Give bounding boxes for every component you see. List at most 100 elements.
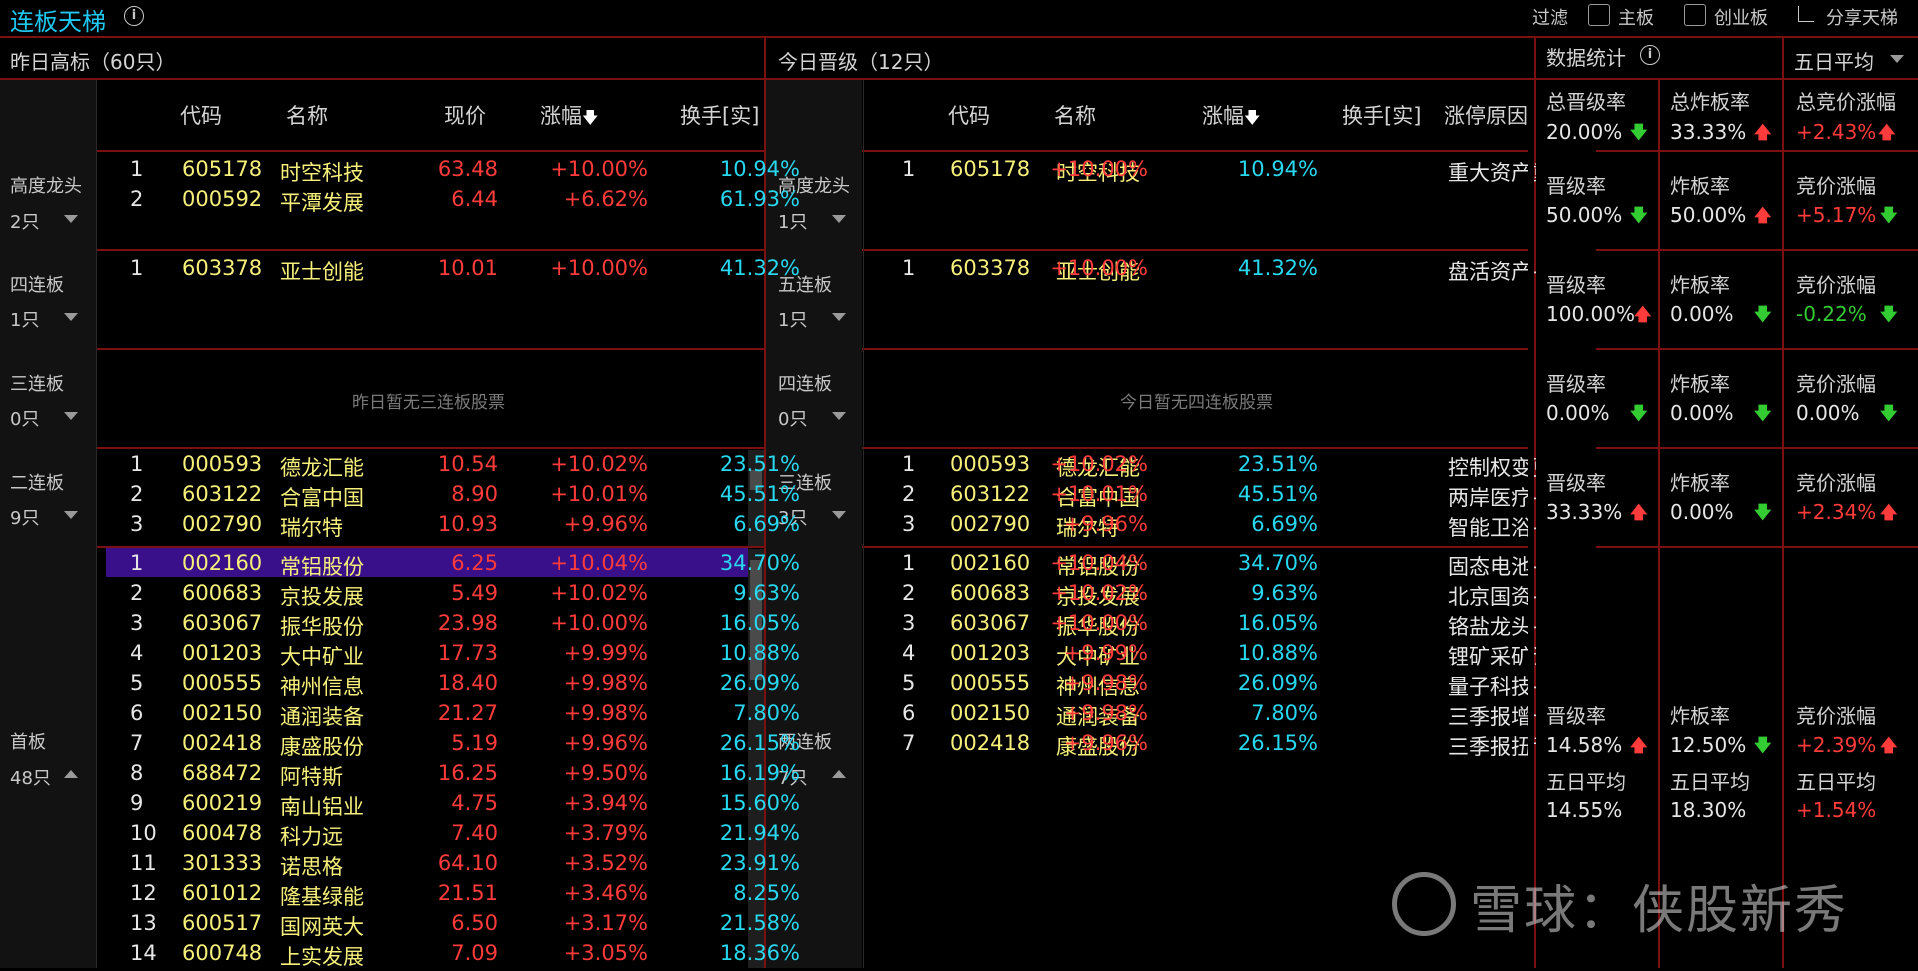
main-board-checkbox[interactable]	[1588, 4, 1610, 26]
table-row[interactable]: 2 600683 京投发展 +10.02% 9.63% 北京国资+	[868, 581, 1550, 611]
left-cell-price: 18.40	[437, 671, 498, 695]
table-row[interactable]: 6 002150 通润装备 21.27 +9.98% 7.80%	[100, 701, 800, 731]
table-row[interactable]: 7 002418 康盛股份 +9.96% 26.15% 三季报扭亏	[868, 731, 1553, 761]
table-row[interactable]: 5 000555 神州信息 +9.98% 26.09% 量子科技+	[868, 671, 1550, 701]
mid-cell-turnover: 23.51%	[1237, 452, 1318, 476]
left-group-count: 48只	[10, 768, 51, 789]
table-row[interactable]: 7 002418 康盛股份 5.19 +9.96% 26.15%	[100, 731, 800, 761]
stat-value: 0.00%	[1546, 401, 1610, 425]
chinext-label[interactable]: 创业板	[1714, 4, 1768, 30]
chevron-down-icon[interactable]	[832, 511, 846, 519]
period-select[interactable]: 五日平均	[1794, 46, 1874, 75]
left-cell-idx: 1	[130, 551, 144, 575]
stats-info-icon[interactable]: i	[1640, 45, 1660, 65]
table-row[interactable]: 1 002160 常铝股份 6.25 +10.04% 34.70%	[100, 551, 800, 581]
mid-cell-change: +10.02%	[1050, 581, 1148, 605]
table-row[interactable]: 12 601012 隆基绿能 21.51 +3.46% 8.25%	[100, 881, 800, 911]
mid-cell-code: 002418	[950, 731, 1031, 755]
table-row[interactable]: 3 603067 振华股份 23.98 +10.00% 16.05%	[100, 611, 800, 641]
left-cell-idx: 5	[130, 671, 144, 695]
table-row[interactable]: 9 600219 南山铝业 4.75 +3.94% 15.60%	[100, 791, 800, 821]
left-cell-turnover: 10.88%	[719, 641, 800, 665]
mid-cell-code: 605178	[950, 157, 1031, 181]
table-row[interactable]: 14 600748 上实发展 7.09 +3.05% 18.36%	[100, 941, 800, 971]
stats-title: 数据统计	[1546, 46, 1626, 70]
chevron-down-icon[interactable]	[832, 215, 846, 223]
table-row[interactable]: 1 603378 亚士创能 +10.00% 41.32% 盘活资产+	[868, 256, 1550, 286]
chinext-checkbox[interactable]	[1684, 4, 1706, 26]
left-cell-name: 隆基绿能	[280, 885, 364, 909]
table-row[interactable]: 1 000593 德龙汇能 +10.02% 23.51% 控制权变更	[868, 452, 1553, 482]
left-cell-price: 17.73	[437, 641, 498, 665]
chevron-down-icon[interactable]	[64, 215, 78, 223]
left-cell-code: 600478	[182, 821, 263, 845]
left-cell-code: 688472	[182, 761, 263, 785]
table-row[interactable]: 1 000593 德龙汇能 10.54 +10.02% 23.51%	[100, 452, 800, 482]
chevron-down-icon[interactable]	[64, 313, 78, 321]
chevron-down-icon[interactable]	[64, 511, 78, 519]
left-cell-code: 000555	[182, 671, 263, 695]
table-row[interactable]: 4 001203 大中矿业 17.73 +9.99% 10.88%	[100, 641, 800, 671]
mid-header-turnover[interactable]: 换手[实]	[1342, 100, 1421, 130]
table-row[interactable]: 2 000592 平潭发展 6.44 +6.62% 61.93%	[100, 187, 800, 217]
mid-cell-turnover: 7.80%	[1251, 701, 1318, 725]
arrow-down-icon: 🡇	[1880, 305, 1898, 325]
mid-header-code[interactable]: 代码	[948, 100, 990, 130]
left-cell-change: +10.00%	[550, 256, 648, 280]
table-row[interactable]: 4 001203 大中矿业 +9.99% 10.88% 锂矿采矿证	[868, 641, 1553, 671]
table-row[interactable]: 1 603378 亚士创能 10.01 +10.00% 41.32%	[100, 256, 800, 286]
mid-header-name[interactable]: 名称	[1054, 100, 1096, 130]
left-cell-code: 002418	[182, 731, 263, 755]
main-board-label[interactable]: 主板	[1618, 4, 1654, 30]
table-row[interactable]: 13 600517 国网英大 6.50 +3.17% 21.58%	[100, 911, 800, 941]
info-icon[interactable]: i	[124, 6, 144, 26]
mid-cell-turnover: 10.94%	[1237, 157, 1318, 181]
left-header-price[interactable]: 现价	[444, 100, 486, 130]
table-row[interactable]: 3 603067 振华股份 +10.00% 16.05% 铬盐龙头+	[868, 611, 1550, 641]
left-cell-change: +6.62%	[563, 187, 648, 211]
left-header-turnover[interactable]: 换手[实]	[680, 100, 759, 130]
table-row[interactable]: 2 603122 合富中国 +10.01% 45.51% 两岸医疗+	[868, 482, 1550, 512]
chevron-up-icon[interactable]	[832, 770, 846, 778]
mid-cell-change: +9.98%	[1063, 671, 1148, 695]
left-cell-name: 国网英大	[280, 915, 364, 939]
mid-cell-code: 002150	[950, 701, 1031, 725]
chevron-down-icon[interactable]	[64, 412, 78, 420]
table-row[interactable]: 10 600478 科力远 7.40 +3.79% 21.94%	[100, 821, 800, 851]
table-row[interactable]: 3 002790 瑞尔特 10.93 +9.96% 6.69%	[100, 512, 800, 542]
table-row[interactable]: 2 603122 合富中国 8.90 +10.01% 45.51%	[100, 482, 800, 512]
left-cell-idx: 8	[130, 761, 144, 785]
table-row[interactable]: 11 301333 诺思格 64.10 +3.52% 23.91%	[100, 851, 800, 881]
mid-header-reason[interactable]: 涨停原因	[1444, 100, 1528, 130]
left-header-change[interactable]: 涨幅🡇	[540, 100, 598, 134]
left-cell-code: 603067	[182, 611, 263, 635]
chevron-down-icon[interactable]	[1890, 55, 1904, 63]
chevron-down-icon[interactable]	[832, 313, 846, 321]
table-row[interactable]: 5 000555 神州信息 18.40 +9.98% 26.09%	[100, 671, 800, 701]
table-row[interactable]: 1 002160 常铝股份 +10.04% 34.70% 固态电池+	[868, 551, 1550, 581]
left-cell-name: 上实发展	[280, 945, 364, 969]
left-cell-turnover: 21.58%	[719, 911, 800, 935]
mid-header-change[interactable]: 涨幅🡇	[1202, 100, 1260, 134]
left-header-name[interactable]: 名称	[286, 100, 328, 130]
chevron-down-icon[interactable]	[832, 412, 846, 420]
share-icon[interactable]	[1798, 6, 1814, 22]
table-row[interactable]: 1 605178 时空科技 +10.00% 10.94% 重大资产重	[868, 157, 1553, 187]
stat-label: 五日平均	[1796, 770, 1876, 794]
chevron-up-icon[interactable]	[64, 770, 78, 778]
table-row[interactable]: 8 688472 阿特斯 16.25 +9.50% 16.19%	[100, 761, 800, 791]
table-row[interactable]: 3 002790 瑞尔特 +9.96% 6.69% 智能卫浴+	[868, 512, 1550, 542]
table-row[interactable]: 2 600683 京投发展 5.49 +10.02% 9.63%	[100, 581, 800, 611]
stat-value: 14.55%	[1546, 798, 1623, 822]
left-cell-name: 合富中国	[280, 486, 364, 510]
mid-cell-idx: 1	[902, 157, 916, 181]
mid-cell-turnover: 16.05%	[1237, 611, 1318, 635]
arrow-down-icon: 🡇	[1630, 206, 1648, 226]
left-cell-price: 21.27	[437, 701, 498, 725]
left-header-code[interactable]: 代码	[180, 100, 222, 130]
table-row[interactable]: 1 605178 时空科技 63.48 +10.00% 10.94%	[100, 157, 800, 187]
table-row[interactable]: 6 002150 通润装备 +9.98% 7.80% 三季报增长	[868, 701, 1553, 731]
share-button[interactable]: 分享天梯	[1826, 4, 1898, 30]
mid-cell-change: +10.00%	[1050, 256, 1148, 280]
stat-value: 18.30%	[1670, 798, 1747, 822]
